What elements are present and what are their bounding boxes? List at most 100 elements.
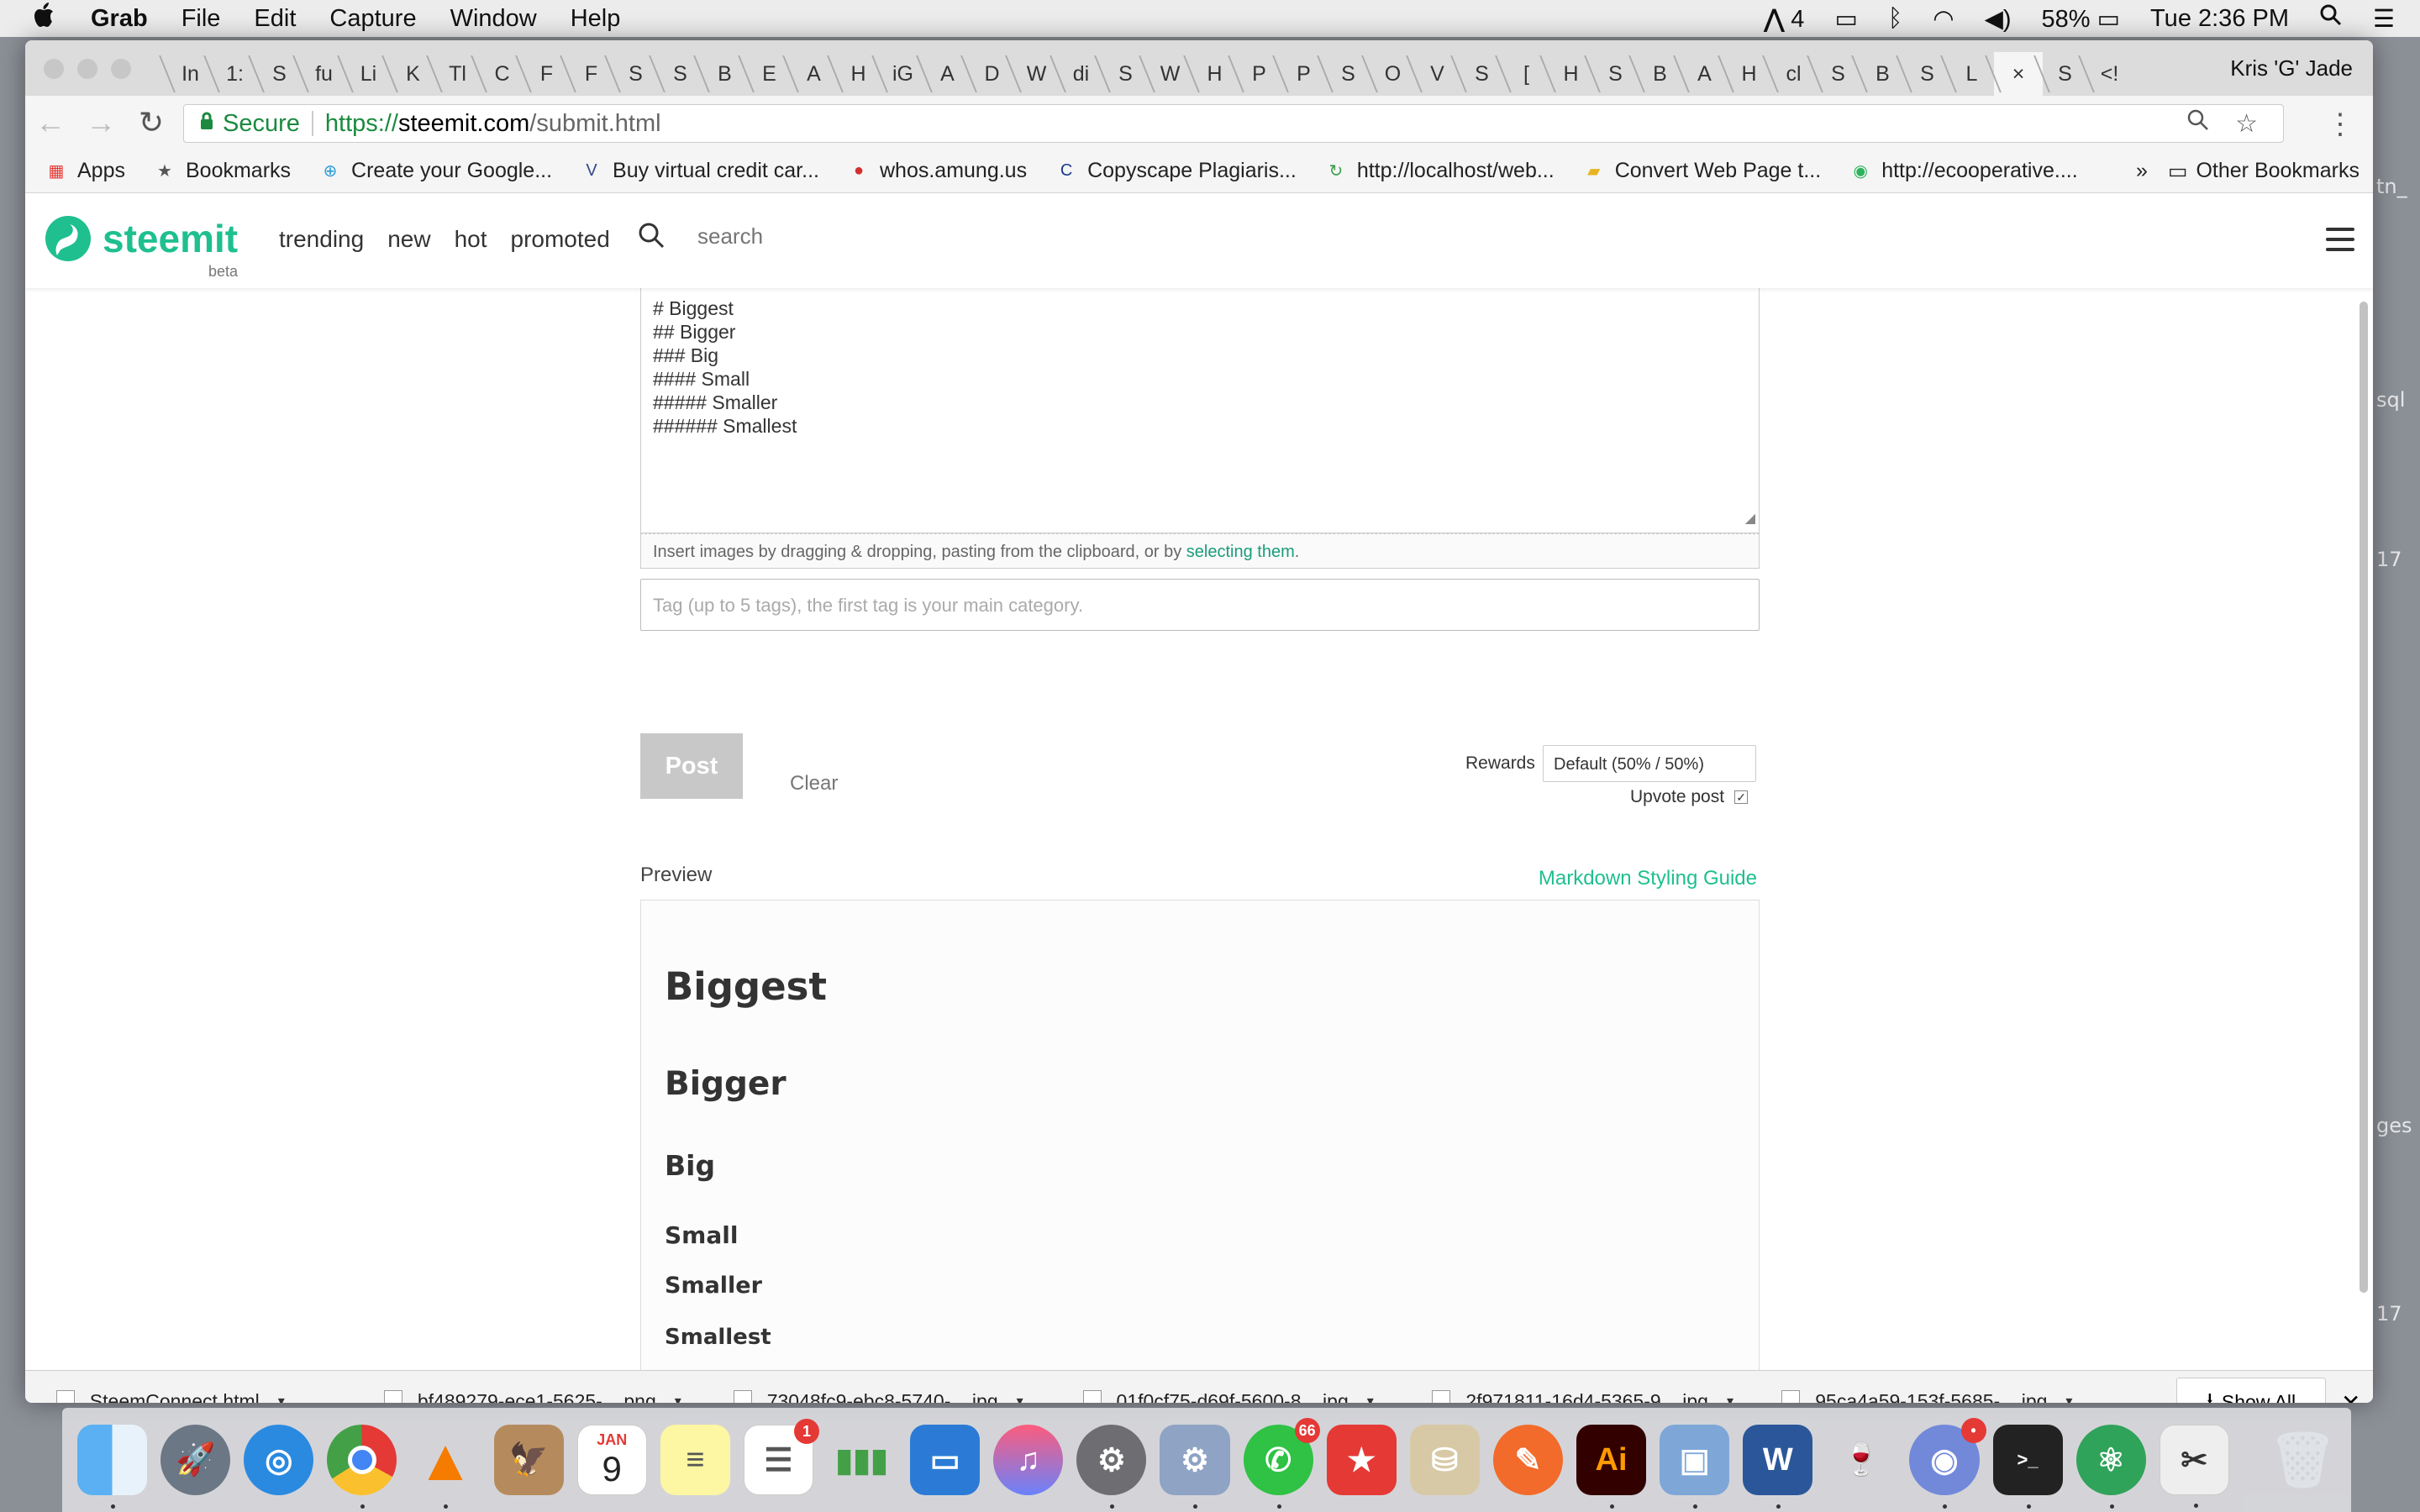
bookmark-item[interactable]: C Copyscape Plagiaris... bbox=[1055, 159, 1297, 183]
close-downloads-icon[interactable]: ✕ bbox=[2341, 1389, 2360, 1403]
trash-icon[interactable]: 🗑 bbox=[2268, 1425, 2338, 1495]
bookmark-item[interactable]: V Buy virtual credit car... bbox=[581, 159, 819, 183]
selecting-them-link[interactable]: selecting them bbox=[1186, 543, 1295, 561]
bookmark-item[interactable]: ● whos.amung.us bbox=[848, 159, 1027, 183]
nav-trending[interactable]: trending bbox=[279, 226, 364, 253]
download-options-icon[interactable]: ▾ bbox=[1017, 1393, 1023, 1403]
bookmark-item[interactable]: ⊕ Create your Google... bbox=[319, 159, 552, 183]
keynote-icon[interactable]: ▭ bbox=[910, 1425, 981, 1495]
post-button[interactable]: Post bbox=[640, 733, 743, 799]
wunderlist-icon[interactable]: ★ bbox=[1326, 1425, 1397, 1495]
terminal-icon[interactable]: >_ bbox=[1992, 1425, 2063, 1509]
nav-hot[interactable]: hot bbox=[455, 226, 487, 253]
download-options-icon[interactable]: ▾ bbox=[2065, 1393, 2072, 1403]
system-preferences-icon[interactable]: ⚙ bbox=[1076, 1425, 1147, 1509]
upvote-post-option[interactable]: Upvote post ✓ bbox=[1630, 787, 1749, 807]
reminders-icon[interactable]: ☰ 1 bbox=[743, 1419, 820, 1495]
menu-help[interactable]: Help bbox=[571, 5, 621, 33]
steemit-logo[interactable]: steemit beta bbox=[44, 214, 238, 280]
notification-center-icon[interactable]: ☰ bbox=[2373, 4, 2395, 34]
profile-name[interactable]: Kris 'G' Jade bbox=[2230, 55, 2353, 81]
app-settings-icon[interactable]: ⚙ bbox=[1160, 1425, 1230, 1509]
search-input[interactable] bbox=[697, 219, 950, 253]
bookmark-item[interactable]: ▰ Convert Web Page t... bbox=[1583, 159, 1821, 183]
download-item[interactable]: 2f971811-16d4-5365-9....jpg ▾ bbox=[1432, 1376, 1733, 1403]
nav-new[interactable]: new bbox=[387, 226, 430, 253]
spotlight-search-icon[interactable] bbox=[2319, 3, 2343, 34]
bookmark-item[interactable]: ▦ Apps bbox=[45, 159, 125, 183]
other-bookmarks-link[interactable]: Other Bookmarks bbox=[2196, 159, 2360, 183]
address-bar[interactable]: Secure https://steemit.com/submit.html ☆ bbox=[183, 104, 2284, 143]
clear-button[interactable]: Clear bbox=[790, 772, 838, 795]
finder-icon[interactable] bbox=[77, 1425, 148, 1509]
illustrator-icon[interactable]: Ai bbox=[1576, 1425, 1647, 1509]
whatsapp-icon[interactable]: ✆ 66 bbox=[1243, 1418, 1320, 1509]
wifi-icon[interactable]: ◠ bbox=[1933, 4, 1954, 34]
numbers-icon[interactable]: ▮▮▮ bbox=[827, 1425, 897, 1495]
menu-window[interactable]: Window bbox=[450, 5, 537, 33]
upvote-checkbox[interactable]: ✓ bbox=[1734, 790, 1749, 804]
download-options-icon[interactable]: ▾ bbox=[675, 1393, 681, 1403]
minimize-window-button[interactable] bbox=[77, 59, 97, 79]
battery-status[interactable]: 58% ▭ bbox=[2042, 4, 2121, 34]
notes-icon[interactable]: ≡ bbox=[660, 1425, 730, 1495]
resize-handle-icon[interactable]: ◢ bbox=[1745, 507, 1755, 531]
download-item[interactable]: 95ca4a59-153f-5685-....jpg ▾ bbox=[1781, 1376, 2072, 1403]
download-options-icon[interactable]: ▾ bbox=[1727, 1393, 1733, 1403]
close-window-button[interactable] bbox=[44, 59, 64, 79]
bookmark-item[interactable]: ◉ http://ecooperative.... bbox=[1849, 159, 2077, 183]
menu-capture[interactable]: Capture bbox=[329, 5, 416, 33]
wine-icon[interactable]: 🍷 bbox=[1826, 1425, 1896, 1495]
atom-icon[interactable]: ⚛ bbox=[2075, 1425, 2146, 1509]
markdown-styling-guide-link[interactable]: Markdown Styling Guide bbox=[1539, 867, 1757, 890]
apple-menu-icon[interactable] bbox=[32, 1, 66, 36]
search-icon[interactable] bbox=[637, 221, 666, 254]
chrome-menu-icon[interactable]: ⋮ bbox=[2326, 108, 2354, 141]
launchpad-icon[interactable]: 🚀 bbox=[160, 1425, 231, 1495]
zoom-window-button[interactable] bbox=[111, 59, 131, 79]
zoom-icon[interactable]: ☆ bbox=[2186, 108, 2258, 139]
nav-promoted[interactable]: promoted bbox=[511, 226, 610, 253]
volume-icon[interactable]: ◀) bbox=[1985, 4, 2012, 34]
discord-icon[interactable]: ◉ • bbox=[1909, 1418, 1986, 1509]
download-item[interactable]: 73048fc9-ebc8-5740-....jpg ▾ bbox=[733, 1376, 1023, 1403]
bluetooth-icon[interactable]: ᛒ bbox=[1888, 5, 1902, 33]
chrome-icon[interactable] bbox=[327, 1425, 397, 1509]
sequel-pro-icon[interactable]: ⛁ bbox=[1409, 1425, 1480, 1495]
bookmark-star-icon[interactable]: ☆ bbox=[2235, 110, 2258, 138]
download-options-icon[interactable]: ▾ bbox=[1367, 1393, 1374, 1403]
show-all-downloads-button[interactable]: ⭳ Show All bbox=[2176, 1378, 2326, 1403]
reload-button[interactable]: ↻ bbox=[126, 105, 176, 140]
download-item[interactable]: 01f0cf75-d69f-5600-8....jpg ▾ bbox=[1082, 1376, 1374, 1403]
preview-app-icon[interactable]: 🦅 bbox=[493, 1425, 564, 1495]
grab-icon[interactable]: ✂ bbox=[2159, 1425, 2229, 1508]
calendar-icon[interactable]: JAN 9 bbox=[576, 1425, 647, 1495]
hamburger-menu-icon[interactable] bbox=[2326, 228, 2354, 258]
tags-input[interactable]: Tag (up to 5 tags), the first tag is you… bbox=[640, 579, 1760, 631]
menu-edit[interactable]: Edit bbox=[254, 5, 296, 33]
safari-icon[interactable]: ◎ bbox=[244, 1425, 314, 1495]
itunes-icon[interactable]: ♫ bbox=[993, 1425, 1064, 1495]
airplay-icon[interactable]: ▭ bbox=[1834, 4, 1857, 34]
menu-file[interactable]: File bbox=[182, 5, 221, 33]
rewards-select[interactable]: Default (50% / 50%) bbox=[1543, 745, 1756, 782]
menubar-clock[interactable]: Tue 2:36 PM bbox=[2150, 5, 2289, 33]
bookmark-item[interactable]: ★ Bookmarks bbox=[154, 159, 291, 183]
image-capture-icon[interactable]: ▣ bbox=[1660, 1425, 1730, 1509]
vlc-icon[interactable]: ▲ bbox=[410, 1425, 480, 1509]
back-button[interactable]: ← bbox=[25, 105, 76, 140]
download-options-icon[interactable]: ▾ bbox=[278, 1393, 285, 1403]
browser-tab[interactable]: <! bbox=[2087, 52, 2132, 96]
markdown-editor[interactable]: # Biggest ## Bigger ### Big #### Small #… bbox=[640, 278, 1760, 533]
postman-icon[interactable]: ✎ bbox=[1492, 1425, 1563, 1495]
word-icon[interactable]: W bbox=[1743, 1425, 1813, 1509]
bookmarks-overflow-chevron[interactable]: » bbox=[2136, 159, 2148, 183]
bookmark-item[interactable]: ↻ http://localhost/web... bbox=[1325, 159, 1554, 183]
adobe-cc-status[interactable]: ⋀ 4 bbox=[1764, 4, 1804, 34]
download-item[interactable]: SteemConnect.html ▾ bbox=[55, 1376, 285, 1403]
forward-button[interactable]: → bbox=[76, 105, 126, 140]
page-scrollbar[interactable] bbox=[2360, 302, 2368, 1293]
preview-h5: Smaller bbox=[665, 1273, 762, 1299]
menu-app-name[interactable]: Grab bbox=[91, 5, 148, 33]
download-item[interactable]: bf489279-ece1-5625-....png ▾ bbox=[383, 1376, 681, 1403]
